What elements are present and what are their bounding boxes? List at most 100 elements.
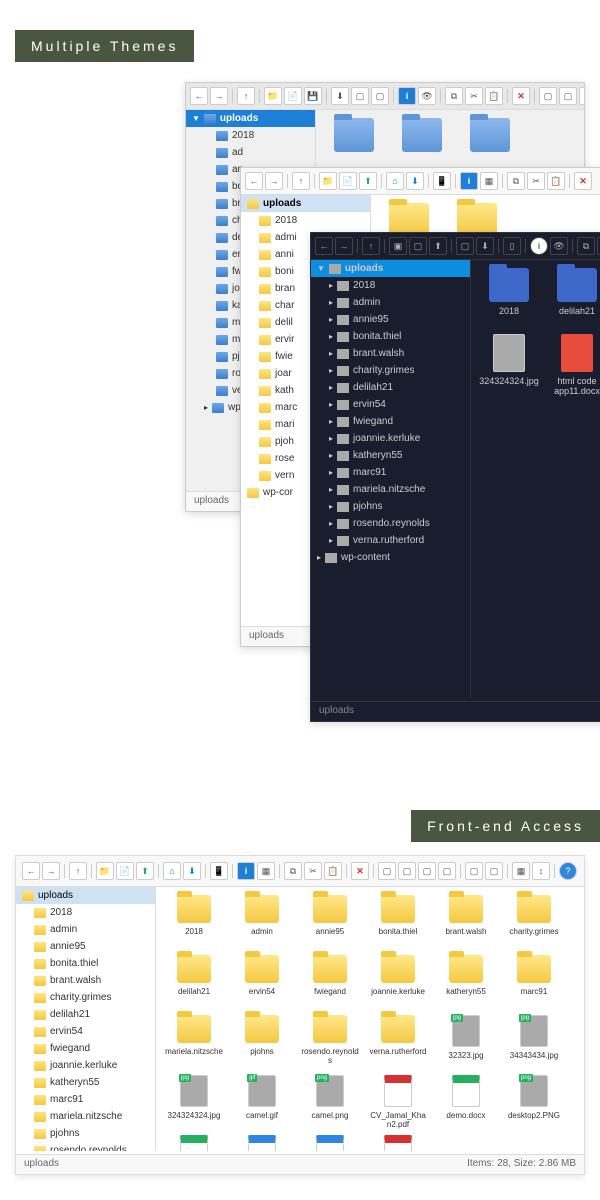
home-button[interactable]: ⌂ bbox=[386, 172, 404, 190]
btn[interactable]: ▢ bbox=[371, 87, 389, 105]
tree-folder[interactable]: ▸delilah21 bbox=[311, 379, 470, 396]
folder-item[interactable] bbox=[392, 118, 452, 156]
btn[interactable]: ▢ bbox=[418, 862, 436, 880]
download-button[interactable]: ⬇ bbox=[183, 862, 201, 880]
tree-folder[interactable]: ad bbox=[186, 144, 315, 161]
copy-button[interactable]: ⧉ bbox=[577, 237, 595, 255]
folder-item[interactable] bbox=[460, 118, 520, 156]
folder-item[interactable]: pjohns bbox=[232, 1015, 292, 1071]
btn[interactable]: ▢ bbox=[456, 237, 474, 255]
forward-button[interactable]: → bbox=[42, 862, 60, 880]
file-item[interactable]: pngdesktop2.PNG bbox=[504, 1075, 564, 1131]
tree-folder[interactable]: ▸charity.grimes bbox=[311, 362, 470, 379]
view-button[interactable]: ▦ bbox=[512, 862, 530, 880]
folder-item[interactable]: 2018 bbox=[164, 895, 224, 951]
upload-button[interactable]: ⬆ bbox=[359, 172, 377, 190]
tree-root[interactable]: ▼uploads bbox=[311, 260, 470, 277]
file-item[interactable]: gifcamel.gif bbox=[232, 1075, 292, 1131]
folder-item[interactable]: mariela.nitzsche bbox=[164, 1015, 224, 1071]
btn[interactable]: ▢ bbox=[485, 862, 503, 880]
tree-folder[interactable]: katheryn55 bbox=[16, 1074, 155, 1091]
file-item[interactable]: 324324324.jpg bbox=[479, 334, 539, 396]
upload-button[interactable]: 💾 bbox=[304, 87, 322, 105]
folder-item[interactable]: rosendo.reynolds bbox=[300, 1015, 360, 1071]
btn[interactable]: ▢ bbox=[579, 87, 584, 105]
paste-button[interactable]: 📋 bbox=[485, 87, 503, 105]
tree-folder[interactable]: mariela.nitzsche bbox=[16, 1108, 155, 1125]
folder-item[interactable] bbox=[324, 118, 384, 156]
copy-button[interactable]: ⧉ bbox=[284, 862, 302, 880]
btn[interactable]: ▢ bbox=[378, 862, 396, 880]
delete-button[interactable]: ✕ bbox=[574, 172, 592, 190]
delete-button[interactable]: ✕ bbox=[512, 87, 530, 105]
download-button[interactable]: ⬇ bbox=[476, 237, 494, 255]
file-item[interactable]: html code app11.docx bbox=[547, 334, 600, 396]
folder-item[interactable]: delilah21 bbox=[547, 268, 600, 326]
file-item[interactable]: CV_Jamal_Khan2.pdf bbox=[368, 1075, 428, 1131]
preview-button[interactable]: 👁 bbox=[550, 237, 568, 255]
info-button[interactable]: i bbox=[398, 87, 416, 105]
home-button[interactable]: ⌂ bbox=[163, 862, 181, 880]
folder-item[interactable]: verna.rutherford bbox=[368, 1015, 428, 1071]
cut-button[interactable]: ✂ bbox=[527, 172, 545, 190]
paste-button[interactable]: 📋 bbox=[547, 172, 565, 190]
btn[interactable]: ▢ bbox=[438, 862, 456, 880]
tree-folder[interactable]: admin bbox=[16, 921, 155, 938]
new-file-button[interactable]: ▢ bbox=[409, 237, 427, 255]
tree-folder[interactable]: fwiegand bbox=[16, 1040, 155, 1057]
folder-item[interactable]: ervin54 bbox=[232, 955, 292, 1011]
tree-folder[interactable]: ▸fwiegand bbox=[311, 413, 470, 430]
btn[interactable]: ▢ bbox=[398, 862, 416, 880]
file-item[interactable]: pngcamel.png bbox=[300, 1075, 360, 1131]
paste-button[interactable]: 📋 bbox=[324, 862, 342, 880]
btn[interactable]: ▢ bbox=[351, 87, 369, 105]
folder-item[interactable]: joannie.kerluke bbox=[368, 955, 428, 1011]
folder-item[interactable]: fwiegand bbox=[300, 955, 360, 1011]
tree-folder[interactable]: ▸ervin54 bbox=[311, 396, 470, 413]
info-button[interactable]: i bbox=[530, 237, 548, 255]
tree-folder[interactable]: ▸katheryn55 bbox=[311, 447, 470, 464]
file-item[interactable]: jpg324324324.jpg bbox=[164, 1075, 224, 1131]
folder-item[interactable]: admin bbox=[232, 895, 292, 951]
folder-item[interactable]: bonita.thiel bbox=[368, 895, 428, 951]
tree-folder[interactable]: 2018 bbox=[16, 904, 155, 921]
back-button[interactable]: ← bbox=[22, 862, 40, 880]
upload-button[interactable]: ⬆ bbox=[136, 862, 154, 880]
tree-folder[interactable]: rosendo.reynolds bbox=[16, 1142, 155, 1151]
folder-item[interactable]: marc91 bbox=[504, 955, 564, 1011]
forward-button[interactable]: → bbox=[210, 87, 228, 105]
tree-root[interactable]: uploads bbox=[241, 195, 370, 212]
copy-button[interactable]: ⧉ bbox=[445, 87, 463, 105]
forward-button[interactable]: → bbox=[265, 172, 283, 190]
tree-folder[interactable]: pjohns bbox=[16, 1125, 155, 1142]
preview-button[interactable]: 👁 bbox=[418, 87, 436, 105]
folder-item[interactable]: charity.grimes bbox=[504, 895, 564, 951]
copy-button[interactable]: ⧉ bbox=[507, 172, 525, 190]
file-item[interactable]: Untitled Notebook bbox=[368, 1135, 428, 1151]
new-folder-button[interactable]: ▣ bbox=[389, 237, 407, 255]
help-button[interactable]: ? bbox=[559, 862, 577, 880]
file-item[interactable]: ssss.txt bbox=[300, 1135, 360, 1151]
tree-folder[interactable]: ▸bonita.thiel bbox=[311, 328, 470, 345]
tree-folder[interactable]: ▸marc91 bbox=[311, 464, 470, 481]
tree-folder[interactable]: delilah21 bbox=[16, 1006, 155, 1023]
tree-folder[interactable]: ▸2018 bbox=[311, 277, 470, 294]
back-button[interactable]: ← bbox=[315, 237, 333, 255]
info-button[interactable]: i bbox=[460, 172, 478, 190]
new-folder-button[interactable]: 📁 bbox=[319, 172, 337, 190]
cut-button[interactable]: ✂ bbox=[465, 87, 483, 105]
new-folder-button[interactable]: 📁 bbox=[264, 87, 282, 105]
up-button[interactable]: ↑ bbox=[69, 862, 87, 880]
back-button[interactable]: ← bbox=[190, 87, 208, 105]
tree-folder[interactable]: ▸rosendo.reynolds bbox=[311, 515, 470, 532]
mobile-button[interactable]: ▯ bbox=[503, 237, 521, 255]
mobile-button[interactable]: 📱 bbox=[210, 862, 228, 880]
tree-folder[interactable]: 2018 bbox=[241, 212, 370, 229]
tree-folder[interactable]: ▸pjohns bbox=[311, 498, 470, 515]
preview-button[interactable]: ▦ bbox=[257, 862, 275, 880]
up-button[interactable]: ↑ bbox=[237, 87, 255, 105]
tree-folder[interactable]: charity.grimes bbox=[16, 989, 155, 1006]
tree-folder[interactable]: ervin54 bbox=[16, 1023, 155, 1040]
back-button[interactable]: ← bbox=[245, 172, 263, 190]
info-button[interactable]: i bbox=[237, 862, 255, 880]
